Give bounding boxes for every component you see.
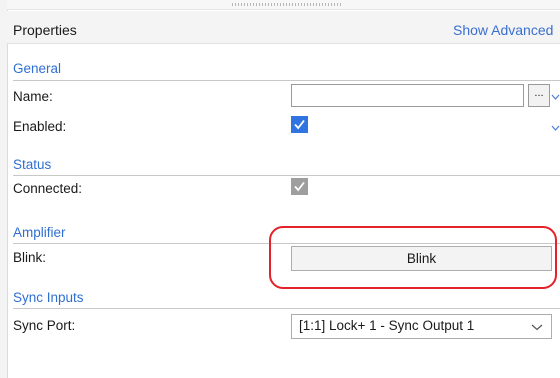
section-status: Status	[13, 157, 52, 172]
enabled-label: Enabled:	[13, 119, 67, 134]
section-amplifier: Amplifier	[13, 225, 66, 240]
chevron-down-icon[interactable]	[551, 93, 560, 101]
drag-grip[interactable]	[232, 3, 342, 6]
chevron-down-icon[interactable]	[551, 124, 560, 132]
show-advanced-link[interactable]: Show Advanced	[453, 22, 553, 38]
sync-port-value: [1:1] Lock+ 1 - Sync Output 1	[299, 318, 475, 333]
check-icon	[294, 181, 305, 192]
section-divider	[13, 175, 560, 176]
check-icon	[294, 119, 305, 130]
sync-port-label: Sync Port:	[13, 318, 76, 333]
blink-label: Blink:	[13, 250, 47, 265]
enabled-checkbox[interactable]	[291, 116, 308, 133]
name-input[interactable]	[291, 84, 524, 107]
section-general: General	[13, 61, 62, 76]
chevron-down-icon[interactable]	[531, 323, 543, 331]
connected-label: Connected:	[13, 181, 83, 196]
name-label: Name:	[13, 89, 53, 104]
browse-button[interactable]: ...	[528, 84, 550, 107]
section-divider	[13, 308, 560, 309]
panel-left-border	[0, 0, 8, 378]
section-sync-inputs: Sync Inputs	[13, 290, 84, 305]
panel-title: Properties	[13, 22, 77, 38]
connected-checkbox	[291, 178, 308, 195]
highlight-annotation	[269, 226, 557, 289]
section-divider	[13, 80, 560, 81]
